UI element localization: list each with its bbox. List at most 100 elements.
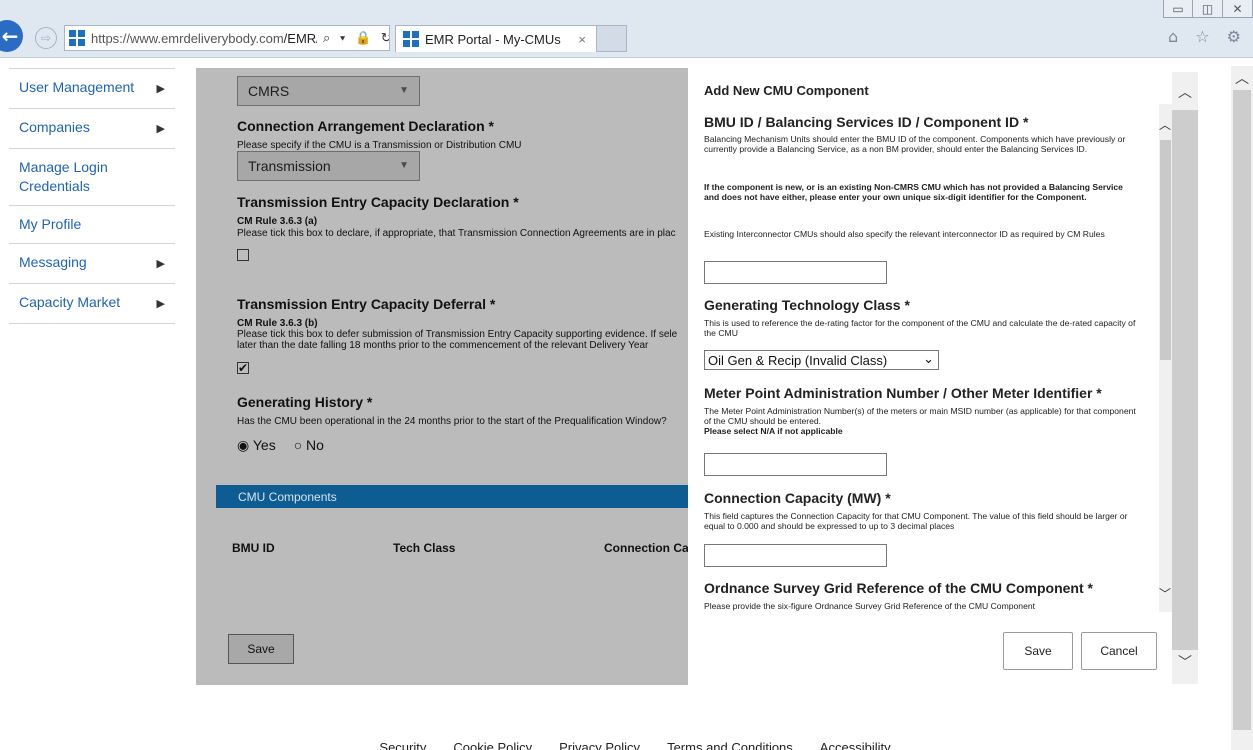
modal-cancel-button[interactable]: Cancel bbox=[1081, 632, 1157, 670]
footer-link-privacy-policy[interactable]: Privacy Policy bbox=[559, 740, 640, 750]
modal-save-button[interactable]: Save bbox=[1003, 632, 1073, 670]
bmu-id-input[interactable] bbox=[704, 261, 887, 284]
chevron-right-icon: ▶ bbox=[156, 258, 165, 270]
mpan-na-note: Please select N/A if not applicable bbox=[704, 426, 843, 436]
main-form-overlay: CMRS ▼ Connection Arrangement Declaration… bbox=[196, 68, 689, 685]
sidebar-item-user-management[interactable]: User Management ▶ bbox=[9, 68, 175, 109]
tab-favicon-icon bbox=[403, 31, 419, 47]
sidebar-item-messaging[interactable]: Messaging ▶ bbox=[9, 244, 175, 284]
scroll-up-icon[interactable]: ︿ bbox=[1178, 82, 1192, 102]
bmu-id-help: Balancing Mechanism Units should enter t… bbox=[704, 134, 1126, 154]
column-header-bmu-id: BMU ID bbox=[232, 541, 275, 555]
forward-arrow-icon[interactable]: ⇨ bbox=[35, 27, 57, 49]
url-path: /EMR/N bbox=[283, 30, 317, 46]
bmu-id-new-note: If the component is new, or is an existi… bbox=[704, 182, 1123, 202]
chevron-right-icon: ▶ bbox=[156, 123, 165, 135]
tec-declaration-checkbox[interactable] bbox=[237, 249, 249, 261]
footer-link-cookie-policy[interactable]: Cookie Policy bbox=[453, 740, 532, 750]
bmu-id-interconnector-note: Existing Interconnector CMUs should also… bbox=[704, 229, 1105, 239]
footer-link-security[interactable]: Security bbox=[379, 740, 426, 750]
tec-deferral-help-2: later than the date falling 18 months pr… bbox=[237, 340, 649, 351]
inner-scrollbar[interactable]: ︿ ﹀ bbox=[1159, 104, 1172, 612]
sidebar-item-label: My Profile bbox=[19, 216, 82, 232]
sidebar-item-my-profile[interactable]: My Profile bbox=[9, 206, 175, 244]
connection-title: Connection Arrangement Declaration * bbox=[237, 118, 494, 134]
main-form: CMRS ▼ Connection Arrangement Declaration… bbox=[196, 68, 689, 685]
gen-history-help: Has the CMU been operational in the 24 m… bbox=[237, 416, 667, 427]
mpan-input[interactable] bbox=[704, 453, 887, 476]
radio-no[interactable]: ○ No bbox=[294, 437, 324, 454]
connection-capacity-help: This field captures the Connection Capac… bbox=[704, 511, 1128, 531]
gen-history-title: Generating History * bbox=[237, 394, 373, 410]
page-scroll-thumb[interactable] bbox=[1233, 90, 1251, 730]
url-text[interactable]: https://www.emrdeliverybody.com/EMR/N bbox=[91, 31, 317, 46]
sidebar-item-label: Manage Login Credentials bbox=[19, 159, 108, 194]
new-tab-button[interactable] bbox=[597, 25, 627, 52]
page-scrollbar[interactable]: ︿ bbox=[1231, 66, 1253, 750]
add-cmu-component-modal: Add New CMU Component BMU ID / Balancing… bbox=[688, 68, 1198, 685]
sidebar-item-label: Capacity Market bbox=[19, 294, 121, 310]
cmu-type-select[interactable]: CMRS ▼ bbox=[237, 76, 420, 106]
connection-help: Please specify if the CMU is a Transmiss… bbox=[237, 140, 522, 151]
sidebar-item-companies[interactable]: Companies ▶ bbox=[9, 109, 175, 149]
modal-title: Add New CMU Component bbox=[704, 83, 869, 98]
modal-scrollbar[interactable]: ︿ ﹀ bbox=[1172, 72, 1198, 684]
select-value: Oil Gen & Recip (Invalid Class) bbox=[708, 353, 888, 368]
minimize-button[interactable]: ▭ bbox=[1163, 0, 1193, 18]
gen-tech-class-help: This is used to reference the de-rating … bbox=[704, 318, 1136, 338]
chevron-right-icon: ▶ bbox=[156, 83, 165, 95]
tec-declaration-help: Please tick this box to declare, if appr… bbox=[237, 228, 676, 239]
gen-tech-class-select[interactable]: Oil Gen & Recip (Invalid Class) ⌄ bbox=[704, 350, 939, 370]
chevron-right-icon: ▶ bbox=[156, 298, 165, 310]
address-bar-icons[interactable]: ⌕ ▾ 🔒 ↻ bbox=[323, 30, 389, 46]
close-tab-icon[interactable]: × bbox=[578, 32, 586, 47]
address-bar[interactable]: https://www.emrdeliverybody.com/EMR/N ⌕ … bbox=[64, 25, 390, 51]
connection-capacity-input[interactable] bbox=[704, 544, 887, 567]
sidebar-item-label: Companies bbox=[19, 119, 90, 135]
modal-scroll-area: BMU ID / Balancing Services ID / Compone… bbox=[688, 104, 1172, 612]
browser-window: { "browser": { "url_host": "https://www.… bbox=[0, 0, 1253, 750]
footer-link-terms[interactable]: Terms and Conditions bbox=[667, 740, 793, 750]
tab-emr-portal[interactable]: EMR Portal - My-CMUs × bbox=[395, 25, 597, 52]
tab-title: EMR Portal - My-CMUs bbox=[425, 31, 561, 47]
scroll-down-icon[interactable]: ﹀ bbox=[1178, 652, 1192, 672]
chevron-down-icon: ⌄ bbox=[923, 352, 934, 367]
mpan-title: Meter Point Administration Number / Othe… bbox=[704, 385, 1102, 401]
tec-deferral-checkbox[interactable]: ✔ bbox=[237, 362, 249, 374]
footer-link-accessibility[interactable]: Accessibility bbox=[820, 740, 891, 750]
sidebar-item-manage-login[interactable]: Manage Login Credentials bbox=[9, 149, 175, 206]
browser-tool-icons[interactable]: ⌂ ☆ ⚙ bbox=[1168, 27, 1247, 46]
gen-tech-class-title: Generating Technology Class * bbox=[704, 297, 910, 313]
gen-history-radios: ◉ Yes ○ No bbox=[237, 437, 324, 454]
select-value: CMRS bbox=[248, 83, 290, 99]
sidebar-item-label: User Management bbox=[19, 79, 135, 95]
scroll-down-icon[interactable]: ﹀ bbox=[1159, 585, 1171, 602]
radio-yes[interactable]: ◉ Yes bbox=[237, 437, 276, 454]
close-window-button[interactable]: ✕ bbox=[1223, 0, 1253, 18]
dropdown-caret-icon: ▼ bbox=[399, 160, 409, 171]
inner-scroll-thumb[interactable] bbox=[1160, 140, 1171, 360]
scroll-up-icon[interactable]: ︿ bbox=[1159, 116, 1171, 133]
cmu-components-header: CMU Components bbox=[216, 485, 688, 508]
bmu-id-title: BMU ID / Balancing Services ID / Compone… bbox=[704, 114, 1029, 130]
save-button[interactable]: Save bbox=[228, 634, 294, 664]
modal-scroll-thumb[interactable] bbox=[1172, 110, 1198, 650]
sidebar-nav: User Management ▶ Companies ▶ Manage Login… bbox=[9, 68, 175, 324]
footer-links: Security Cookie Policy Privacy Policy Te… bbox=[0, 740, 1230, 750]
dropdown-caret-icon: ▼ bbox=[399, 85, 409, 96]
connection-capacity-title: Connection Capacity (MW) * bbox=[704, 490, 891, 506]
scroll-up-icon[interactable]: ︿ bbox=[1235, 68, 1249, 88]
window-controls: ▭ ◫ ✕ bbox=[1163, 0, 1253, 20]
sidebar-item-capacity-market[interactable]: Capacity Market ▶ bbox=[9, 284, 175, 324]
sidebar-item-label: Messaging bbox=[19, 254, 87, 270]
tec-deferral-help: Please tick this box to defer submission… bbox=[237, 329, 678, 340]
connection-select[interactable]: Transmission ▼ bbox=[237, 151, 420, 181]
maximize-button[interactable]: ◫ bbox=[1193, 0, 1223, 18]
url-host: https://www.emrdeliverybody.com bbox=[91, 30, 284, 46]
back-arrow-icon[interactable]: ← bbox=[0, 20, 23, 52]
select-value: Transmission bbox=[248, 158, 331, 174]
tec-deferral-title: Transmission Entry Capacity Deferral * bbox=[237, 296, 496, 312]
column-header-connection-capacity: Connection Ca bbox=[604, 541, 689, 555]
grid-reference-title: Ordnance Survey Grid Reference of the CM… bbox=[704, 580, 1093, 596]
tec-declaration-rule: CM Rule 3.6.3 (a) bbox=[237, 216, 318, 227]
